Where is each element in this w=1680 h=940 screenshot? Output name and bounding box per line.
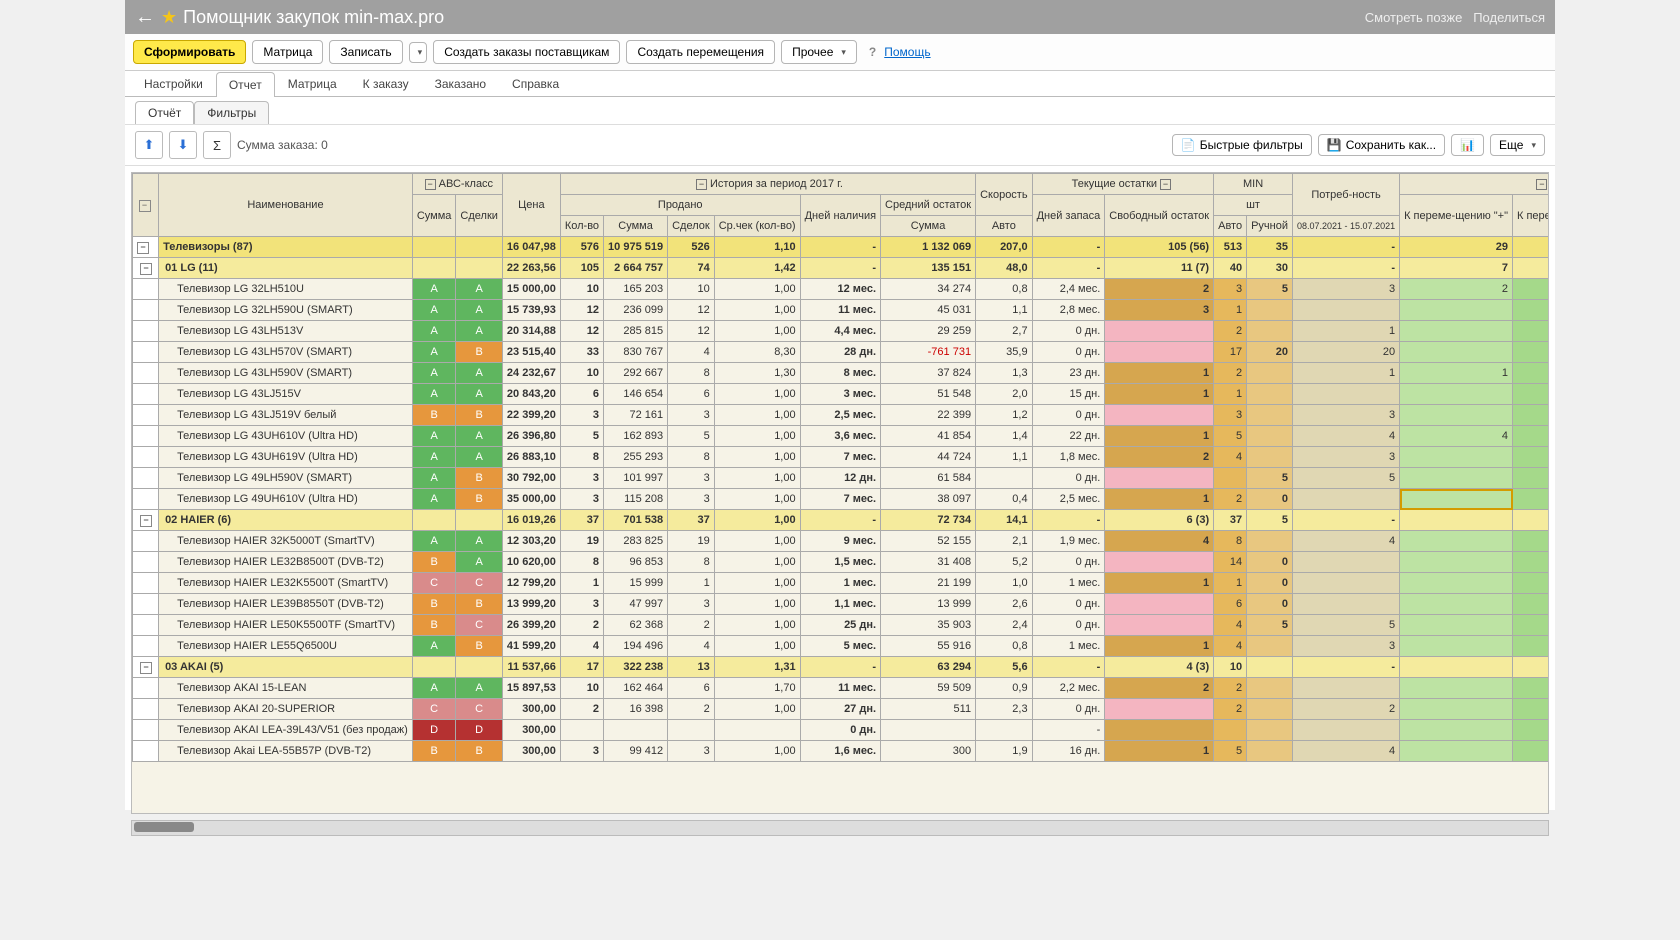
subtab-1[interactable]: Фильтры — [194, 101, 269, 124]
create-movements-button[interactable]: Создать перемещения — [626, 40, 775, 64]
table-row[interactable]: Телевизор HAIER LE50K5500TF (SmartTV)BC2… — [133, 615, 1550, 636]
table-row[interactable]: Телевизор LG 49UH610V (Ultra HD)AB35 000… — [133, 489, 1550, 510]
titlebar-right: Смотреть позже Поделиться — [1365, 10, 1545, 25]
help-link[interactable]: Помощь — [884, 45, 930, 59]
other-dropdown[interactable]: Прочее — [781, 40, 857, 64]
table-row[interactable]: Телевизор LG 49LH590V (SMART)AB30 792,00… — [133, 468, 1550, 489]
table-row[interactable]: Телевизор HAIER LE55Q6500UAB41 599,20419… — [133, 636, 1550, 657]
hdr-to-move-orig[interactable]: К переме-щению "+" (исходное) — [1513, 195, 1549, 237]
watch-later[interactable]: Смотреть позже — [1365, 10, 1463, 25]
table-row[interactable]: −03 AKAI (5)11 537,6617322 238131,31-63 … — [133, 657, 1550, 678]
arrow-up-icon[interactable]: ⬆ — [135, 131, 163, 159]
table-row[interactable]: −02 HAIER (6)16 019,2637701 538371,00-72… — [133, 510, 1550, 531]
table-row[interactable]: Телевизор LG 43LH513VAA20 314,8812285 81… — [133, 321, 1550, 342]
sub-tabs: ОтчётФильтры — [125, 97, 1555, 124]
table-row[interactable]: Телевизор AKAI 15-LEANAA15 897,5310162 4… — [133, 678, 1550, 699]
table-row[interactable]: Телевизор AKAI LEA-39L43/V51 (без продаж… — [133, 720, 1550, 741]
hdr-free-stock[interactable]: Свободный остаток — [1105, 195, 1214, 237]
save-icon: 💾 — [1327, 138, 1342, 152]
matrix-button[interactable]: Матрица — [252, 40, 323, 64]
tab-4[interactable]: Заказано — [422, 71, 499, 96]
table-row[interactable]: Телевизор HAIER LE39B8550T (DVB-T2)BB13 … — [133, 594, 1550, 615]
page-title: Помощник закупок min-max.pro — [183, 7, 444, 28]
hdr-sold[interactable]: Продано — [560, 195, 800, 216]
hdr-price[interactable]: Цена — [502, 174, 560, 237]
hdr-avgcheck[interactable]: Ср.чек (кол-во) — [714, 216, 800, 237]
main-tabs: НастройкиОтчетМатрицаК заказуЗаказаноСпр… — [125, 71, 1555, 97]
table-row[interactable]: Телевизор HAIER LE32K5500T (SmartTV)CC12… — [133, 573, 1550, 594]
tab-1[interactable]: Отчет — [216, 72, 275, 97]
table-row[interactable]: Телевизор LG 43UH619V (Ultra HD)AA26 883… — [133, 447, 1550, 468]
hdr-deals[interactable]: Сделок — [668, 216, 715, 237]
table-row[interactable]: Телевизор LG 43UH610V (Ultra HD)AA26 396… — [133, 426, 1550, 447]
star-icon[interactable]: ★ — [161, 7, 177, 28]
save-button[interactable]: Записать — [329, 40, 402, 64]
table-row[interactable]: Телевизор HAIER 32K5000T (SmartTV)AA12 3… — [133, 531, 1550, 552]
horizontal-scrollbar[interactable] — [131, 820, 1549, 836]
tab-0[interactable]: Настройки — [131, 71, 216, 96]
hdr-speed[interactable]: Скорость — [976, 174, 1033, 216]
help-icon: ? — [869, 45, 876, 59]
tab-2[interactable]: Матрица — [275, 71, 350, 96]
create-supplier-orders-button[interactable]: Создать заказы поставщикам — [433, 40, 620, 64]
hdr-sum[interactable]: Сумма — [604, 216, 668, 237]
quick-filters-button[interactable]: 📄 Быстрые фильтры — [1172, 134, 1312, 156]
hdr-need[interactable]: Потреб-ность — [1293, 174, 1400, 216]
report-toolbar: ⬆ ⬇ Σ Сумма заказа: 0 📄 Быстрые фильтры … — [125, 124, 1555, 166]
tab-5[interactable]: Справка — [499, 71, 572, 96]
table-row[interactable]: Телевизор Akai LEA-55B57P (DVB-T2)BB300,… — [133, 741, 1550, 762]
tree-column[interactable]: − — [133, 174, 159, 237]
hdr-min-unit[interactable]: шт — [1214, 195, 1293, 216]
table-row[interactable]: −Телевизоры (87)16 047,9857610 975 51952… — [133, 237, 1550, 258]
table-row[interactable]: Телевизор AKAI 20-SUPERIORCC300,00216 39… — [133, 699, 1550, 720]
chart-icon-button[interactable]: 📊 — [1451, 134, 1484, 156]
table-row[interactable]: −01 LG (11)22 263,561052 664 757741,42-1… — [133, 258, 1550, 279]
hdr-days-avail[interactable]: Дней наличия — [800, 195, 880, 237]
hdr-qty[interactable]: Кол-во — [560, 216, 603, 237]
hdr-need-period[interactable]: 08.07.2021 - 15.07.2021 — [1293, 216, 1400, 237]
save-dropdown[interactable] — [409, 42, 428, 63]
hdr-avg-stock[interactable]: Средний остаток — [881, 195, 976, 216]
titlebar: ← ★ Помощник закупок min-max.pro Смотрет… — [125, 0, 1555, 34]
sigma-icon[interactable]: Σ — [203, 131, 231, 159]
report-grid-wrapper[interactable]: − Наименование −АВС-класс Цена −История … — [131, 172, 1549, 814]
table-row[interactable]: Телевизор LG 43LH570V (SMART)AB23 515,40… — [133, 342, 1550, 363]
hdr-min[interactable]: MIN — [1214, 174, 1293, 195]
hdr-abc-sum[interactable]: Сумма — [412, 195, 456, 237]
hdr-move[interactable]: −Переместить — [1400, 174, 1549, 195]
hdr-min-auto[interactable]: Авто — [1214, 216, 1247, 237]
subtab-0[interactable]: Отчёт — [135, 101, 194, 124]
more-dropdown[interactable]: Еще — [1490, 134, 1545, 156]
hdr-auto[interactable]: Авто — [976, 216, 1033, 237]
hdr-history[interactable]: −История за период 2017 г. — [560, 174, 975, 195]
form-button[interactable]: Сформировать — [133, 40, 246, 64]
hdr-avg-stock-sum[interactable]: Сумма — [881, 216, 976, 237]
order-sum-label: Сумма заказа: 0 — [237, 138, 328, 152]
hdr-abc[interactable]: −АВС-класс — [412, 174, 502, 195]
table-row[interactable]: Телевизор LG 32LH590U (SMART)AA15 739,93… — [133, 300, 1550, 321]
save-as-button[interactable]: 💾 Сохранить как... — [1318, 134, 1445, 156]
table-row[interactable]: Телевизор HAIER LE32B8500T (DVB-T2)BA10 … — [133, 552, 1550, 573]
table-row[interactable]: Телевизор LG 43LJ515VAA20 843,206146 654… — [133, 384, 1550, 405]
table-row[interactable]: Телевизор LG 43LJ519V белыйBB22 399,2037… — [133, 405, 1550, 426]
share[interactable]: Поделиться — [1473, 10, 1545, 25]
report-grid[interactable]: − Наименование −АВС-класс Цена −История … — [132, 173, 1549, 762]
table-row[interactable]: Телевизор LG 32LH510UAA15 000,0010165 20… — [133, 279, 1550, 300]
hdr-days-stock[interactable]: Дней запаса — [1032, 195, 1105, 237]
hdr-min-manual[interactable]: Ручной — [1247, 216, 1293, 237]
back-icon[interactable]: ← — [135, 6, 155, 29]
tab-3[interactable]: К заказу — [350, 71, 422, 96]
main-toolbar: Сформировать Матрица Записать Создать за… — [125, 34, 1555, 71]
hdr-cur-stock[interactable]: Текущие остатки− — [1032, 174, 1214, 195]
filter-icon: 📄 — [1181, 138, 1196, 152]
hdr-abc-deals[interactable]: Сделки — [456, 195, 503, 237]
hdr-name[interactable]: Наименование — [159, 174, 413, 237]
arrow-down-icon[interactable]: ⬇ — [169, 131, 197, 159]
table-row[interactable]: Телевизор LG 43LH590V (SMART)AA24 232,67… — [133, 363, 1550, 384]
hdr-to-move[interactable]: К переме-щению "+" — [1400, 195, 1513, 237]
